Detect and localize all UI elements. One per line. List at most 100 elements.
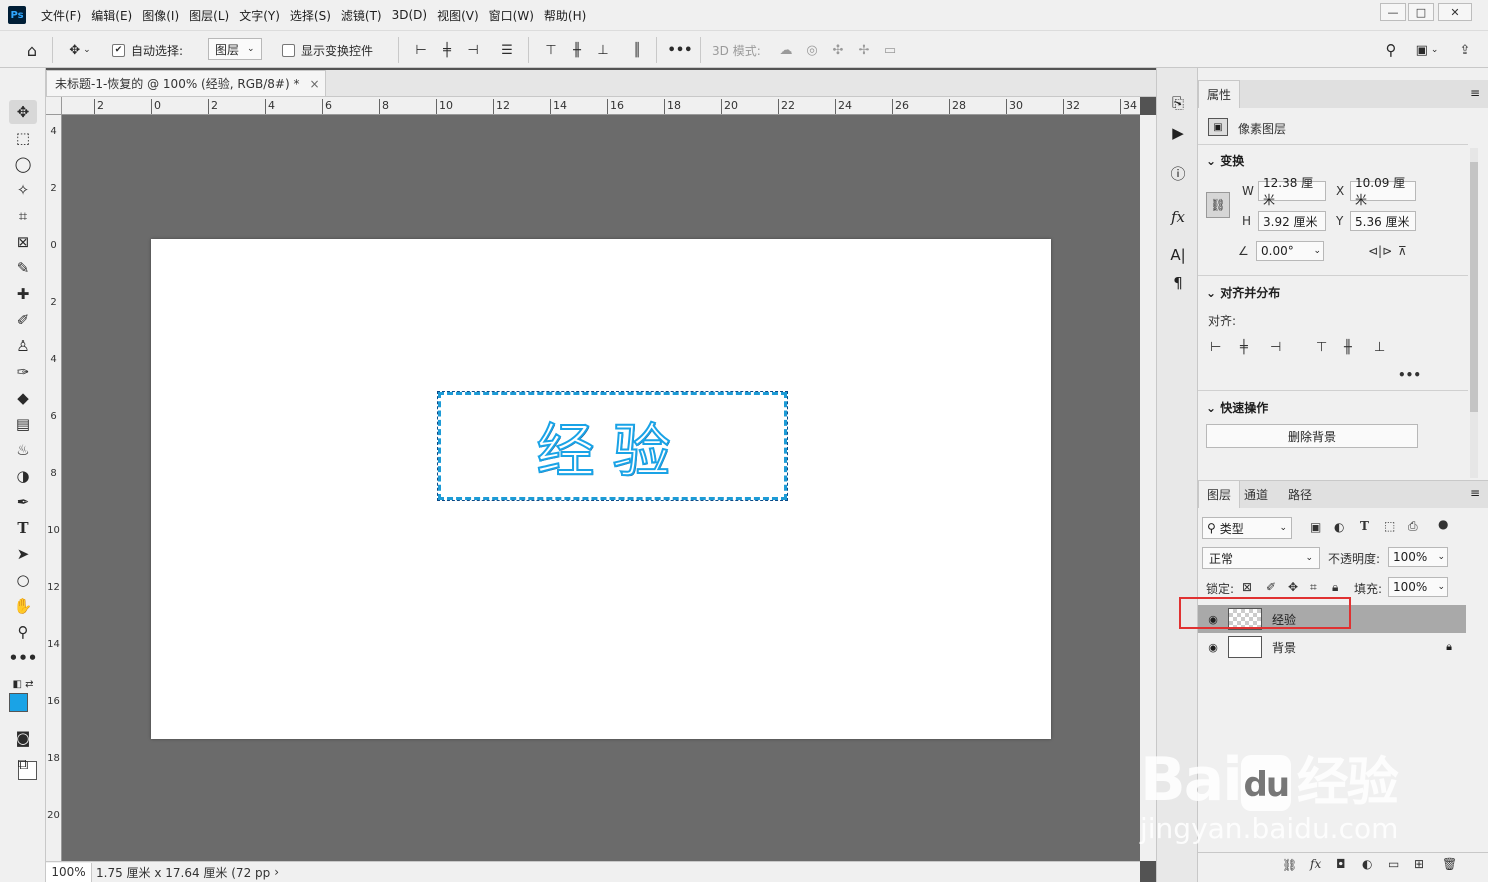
delete-layer-icon[interactable]: 🗑︎ [1442,857,1457,871]
restore-button[interactable]: □ [1408,3,1434,21]
flip-horizontal-icon[interactable]: ⊲|⊳ [1368,244,1392,258]
character-panel-icon[interactable]: A| [1166,244,1190,266]
move-tool-preset-icon[interactable]: ✥ ⌄ [62,40,98,60]
align-right-icon[interactable]: ⊣ [1270,340,1281,355]
layer-filter-dropdown[interactable]: ⚲ 类型 ⌄ [1202,517,1292,539]
horizontal-ruler[interactable]: 2 0 2 4 6 8 10 12 14 16 18 20 22 24 26 28 30 32 34 [62,97,1140,115]
layer-row[interactable]: ◉ 背景 🔒︎ [1198,633,1466,661]
menu-filter[interactable]: 滤镜(T) [336,7,387,24]
tab-layers[interactable]: 图层 [1198,480,1241,508]
marquee-tool-icon[interactable]: ⬚ [9,126,37,150]
align-hcenter-icon[interactable]: ╪ [1240,340,1248,355]
gradient-tool-icon[interactable]: ▤ [9,412,37,436]
align-left-icon[interactable]: ⊢ [410,40,432,60]
crop-tool-icon[interactable]: ⌗ [9,204,37,228]
properties-scrollbar[interactable] [1470,148,1478,478]
vertical-ruler[interactable]: 4 2 0 2 4 6 8 10 12 14 16 18 20 [46,115,62,861]
flip-vertical-icon[interactable]: ⊼ [1398,244,1407,258]
quick-mask-icon[interactable]: ◙ [9,726,37,750]
hand-tool-icon[interactable]: ✋ [9,594,37,618]
remove-background-button[interactable]: 删除背景 [1206,424,1418,448]
3d-scale-icon[interactable]: ▭ [880,40,900,60]
menu-select[interactable]: 选择(S) [285,7,336,24]
quick-actions-title[interactable]: ⌄ 快速操作 [1206,399,1268,416]
filter-type-icon[interactable]: T [1360,519,1369,533]
lock-artboard-icon[interactable]: ⌗ [1310,580,1317,595]
panel-menu-icon[interactable]: ≡ [1470,86,1480,100]
align-vcenter-icon[interactable]: ╫ [1344,340,1352,355]
link-icon[interactable]: ⛓ [1206,192,1230,218]
paragraph-panel-icon[interactable]: ¶ [1166,272,1190,294]
filter-adjustment-icon[interactable]: ◐ [1334,520,1344,534]
menu-3d[interactable]: 3D(D) [387,8,432,22]
search-icon[interactable]: ⚲ [1380,40,1402,60]
layer-name[interactable]: 背景 [1272,639,1296,656]
more-options-icon[interactable]: ••• [668,40,693,60]
auto-select-dropdown[interactable]: 图层 ⌄ [208,38,262,60]
screen-mode-icon[interactable]: ⧉ [9,752,37,776]
menu-help[interactable]: 帮助(H) [539,7,591,24]
align-right-icon[interactable]: ⊣ [462,40,484,60]
magic-wand-icon[interactable]: ✧ [9,178,37,202]
3d-orbit-icon[interactable]: ☁ [776,40,796,60]
align-bottom-icon[interactable]: ⊥ [592,40,614,60]
eraser-tool-icon[interactable]: ◆ [9,386,37,410]
move-tool-icon[interactable]: ✥ [9,100,37,124]
lock-all-icon[interactable]: 🔒︎ [1332,580,1338,595]
menu-view[interactable]: 视图(V) [432,7,484,24]
filter-toggle-icon[interactable]: ● [1438,517,1448,531]
tab-channels[interactable]: 通道 [1236,480,1276,508]
distribute-vertical-icon[interactable]: ☰ [496,40,518,60]
lock-position-icon[interactable]: ✥ [1288,580,1298,594]
menu-file[interactable]: 文件(F) [36,7,86,24]
lock-paint-icon[interactable]: ✐ [1266,580,1276,594]
auto-select-checkbox[interactable]: ✔ 自动选择: [112,40,183,60]
align-vcenter-icon[interactable]: ╫ [566,40,588,60]
styles-fx-icon[interactable]: fx [1166,206,1190,228]
align-section-title[interactable]: ⌄ 对齐并分布 [1206,284,1280,301]
minimize-button[interactable]: — [1380,3,1406,21]
ellipse-tool-icon[interactable]: ○ [9,568,37,592]
distribute-horizontal-icon[interactable]: ║ [626,40,648,60]
3d-roll-icon[interactable]: ◎ [802,40,822,60]
fill-field[interactable]: 100% ⌄ [1388,577,1448,597]
share-icon[interactable]: ⇪ [1454,40,1476,60]
show-transform-checkbox[interactable]: 显示变换控件 [282,40,373,60]
3d-slide-icon[interactable]: ✢ [854,40,874,60]
transform-section-title[interactable]: ⌄ 变换 [1206,152,1244,169]
filter-smart-icon[interactable]: ⎙ [1408,519,1418,534]
tab-paths[interactable]: 路径 [1280,480,1320,508]
blend-mode-dropdown[interactable]: 正常 ⌄ [1202,547,1320,569]
more-align-icon[interactable]: ••• [1398,368,1421,382]
height-field[interactable]: 3.92 厘米 [1258,211,1326,231]
close-window-button[interactable]: ✕ [1438,3,1472,21]
panel-menu-icon[interactable]: ≡ [1470,486,1480,500]
angle-field[interactable]: 0.00° ⌄ [1256,241,1324,261]
menu-window[interactable]: 窗口(W) [484,7,539,24]
align-left-icon[interactable]: ⊢ [1210,340,1221,355]
width-field[interactable]: 12.38 厘米 [1258,176,1326,207]
info-panel-icon[interactable]: ⓘ [1166,162,1190,184]
edit-toolbar-icon[interactable]: ••• [9,646,38,670]
history-panel-icon[interactable]: ⎘ [1166,92,1190,114]
align-top-icon[interactable]: ⊤ [540,40,562,60]
filter-pixel-icon[interactable]: ▣ [1310,520,1321,534]
status-expand-icon[interactable]: › [274,865,279,879]
dodge-tool-icon[interactable]: ◑ [9,464,37,488]
menu-image[interactable]: 图像(I) [137,7,184,24]
history-brush-icon[interactable]: ✑ [9,360,37,384]
align-hcenter-icon[interactable]: ╪ [436,40,458,60]
y-field[interactable]: 5.36 厘米 [1350,211,1416,231]
home-icon[interactable]: ⌂ [20,40,44,60]
lasso-tool-icon[interactable]: ◯ [9,152,37,176]
zoom-level[interactable]: 100% [46,862,92,882]
align-top-icon[interactable]: ⊤ [1316,340,1327,355]
tab-properties[interactable]: 属性 [1198,80,1241,108]
lock-transparency-icon[interactable]: ⊠ [1242,580,1252,594]
close-tab-icon[interactable]: × [309,77,319,91]
workspace-icon[interactable]: ▣ ⌄ [1410,40,1444,60]
menu-type[interactable]: 文字(Y) [234,7,285,24]
document-tab[interactable]: 未标题-1-恢复的 @ 100% (经验, RGB/8#) * × [46,70,326,96]
eyedropper-icon[interactable]: ✎ [9,256,37,280]
visibility-eye-icon[interactable]: ◉ [1198,641,1228,654]
